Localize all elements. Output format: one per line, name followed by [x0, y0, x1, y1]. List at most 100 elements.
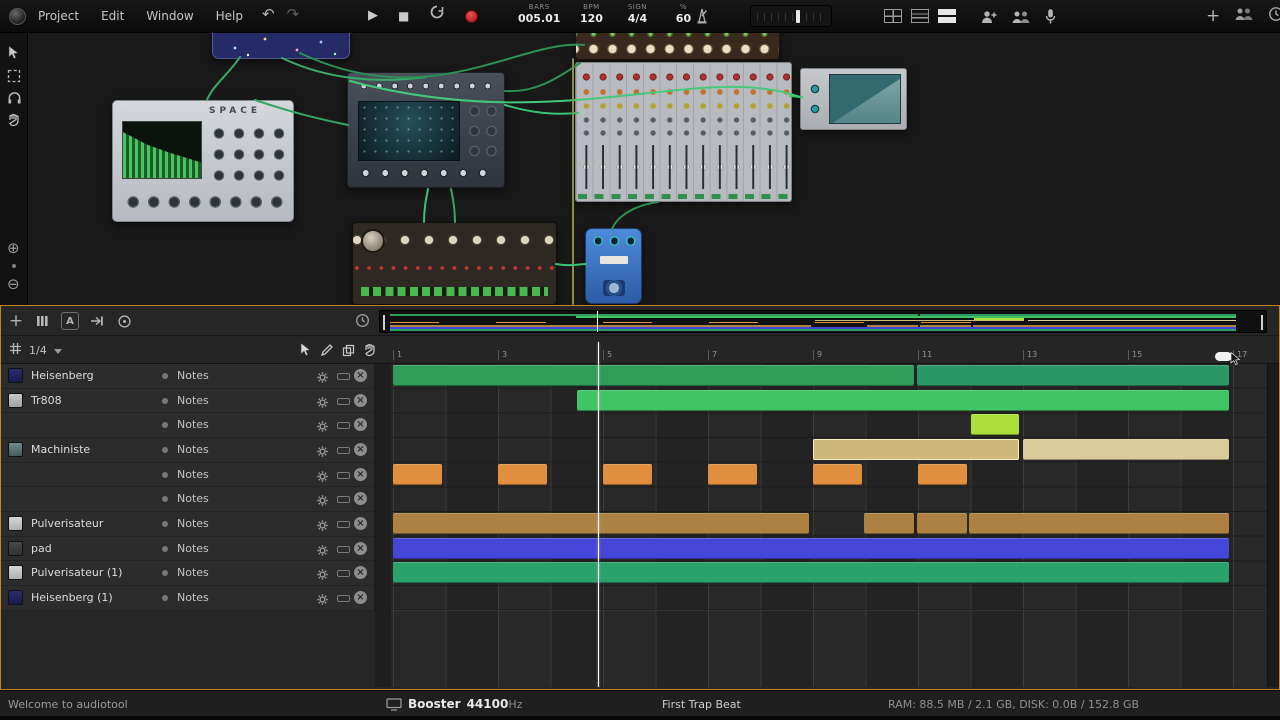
remove-track-icon[interactable] [354, 566, 367, 580]
invite-user-icon[interactable] [980, 9, 998, 29]
remove-track-icon[interactable] [354, 393, 367, 407]
clip-track-3[interactable] [1023, 439, 1230, 460]
track-row-pad[interactable]: pad Notes [1, 536, 374, 562]
play-button[interactable]: ▶ [368, 4, 378, 28]
remove-track-icon[interactable] [354, 517, 367, 531]
desktop-canvas[interactable]: SPACE [0, 33, 1280, 305]
track-row-tr808[interactable]: Tr808 Notes [1, 388, 374, 414]
transport-display-bars[interactable]: BARS 005.01 [518, 3, 560, 25]
device-pulverisateur[interactable] [575, 33, 780, 60]
vertical-scrollbar[interactable] [1267, 364, 1279, 687]
midi-indicator[interactable] [337, 595, 350, 603]
device-scope[interactable] [800, 68, 907, 130]
clip-track-6[interactable] [864, 513, 915, 535]
automation-button[interactable]: A [61, 312, 79, 330]
record-button[interactable] [465, 9, 479, 23]
clip-track-7[interactable] [393, 537, 1230, 559]
transport-display-sign[interactable]: SIGN 4/4 [622, 3, 652, 25]
select-tool-icon[interactable] [299, 342, 312, 361]
gear-icon[interactable] [316, 542, 329, 561]
undo-icon[interactable]: ↶ [262, 5, 275, 23]
track-row-machiniste[interactable]: Machiniste Notes [1, 438, 374, 463]
clip-track-4[interactable] [918, 463, 967, 485]
menu-help[interactable]: Help [216, 9, 243, 23]
remove-track-icon[interactable] [354, 418, 367, 432]
users-icon[interactable] [1234, 6, 1254, 26]
time-display-icon[interactable] [355, 313, 370, 332]
headphones-icon[interactable] [7, 90, 22, 109]
clip-track-0[interactable] [393, 365, 915, 386]
gear-icon[interactable] [316, 443, 329, 462]
clip-track-4[interactable] [498, 463, 547, 485]
pencil-tool-icon[interactable] [320, 342, 334, 361]
grid-division-value[interactable]: 1/4 [29, 344, 47, 357]
arrangement-grid[interactable] [391, 364, 1267, 687]
midi-indicator[interactable] [337, 373, 350, 380]
knob-row[interactable] [356, 164, 496, 182]
remove-track-icon[interactable] [354, 591, 367, 605]
clip-track-6[interactable] [393, 513, 810, 535]
clip-track-3[interactable] [813, 439, 1020, 460]
jump-to-end-icon[interactable] [88, 312, 106, 330]
knob-row[interactable] [590, 233, 637, 249]
track-row-empty-4[interactable]: Notes [1, 462, 374, 488]
device-starfield[interactable] [212, 33, 350, 59]
device-space-reverb[interactable]: SPACE [112, 100, 294, 222]
pan-tool-icon[interactable] [363, 342, 377, 361]
track-row-pulverisateur[interactable]: Pulverisateur Notes [1, 512, 374, 537]
remove-track-icon[interactable] [354, 467, 367, 481]
knob-row[interactable] [356, 78, 496, 94]
menu-project[interactable]: Project [38, 9, 79, 23]
cycle-icon[interactable] [115, 312, 133, 330]
zoom-reset-dot[interactable] [12, 264, 16, 268]
midi-indicator[interactable] [337, 422, 350, 430]
menu-edit[interactable]: Edit [101, 9, 124, 23]
pointer-tool-icon[interactable] [7, 45, 20, 64]
redo-icon[interactable]: ↷ [287, 5, 300, 23]
microphone-icon[interactable] [1044, 8, 1057, 29]
zoom-in-icon[interactable]: ⊕ [7, 241, 20, 256]
add-track-button[interactable] [7, 312, 25, 330]
gear-icon[interactable] [316, 517, 329, 536]
remove-track-icon[interactable] [354, 443, 367, 456]
clip-track-0[interactable] [916, 365, 1230, 386]
stop-button[interactable]: ■ [398, 4, 409, 28]
device-drum-machine[interactable] [352, 222, 557, 305]
chevron-down-icon[interactable] [53, 348, 62, 354]
gear-icon[interactable] [316, 418, 329, 437]
midi-indicator[interactable] [337, 496, 350, 504]
add-icon[interactable] [1206, 5, 1220, 27]
playhead[interactable] [597, 342, 599, 687]
bar-ruler[interactable]: 1 3 5 7 9 11 13 15 17 [391, 348, 1267, 364]
remove-track-icon[interactable] [354, 369, 367, 382]
collaborators-icon[interactable] [1011, 9, 1031, 29]
zoom-out-icon[interactable]: ⊖ [7, 277, 20, 292]
gear-icon[interactable] [316, 369, 329, 388]
menu-window[interactable]: Window [146, 9, 193, 23]
track-row-empty-5[interactable]: Notes [1, 487, 374, 512]
clip-track-6[interactable] [969, 513, 1230, 535]
audiotool-logo-icon[interactable] [9, 8, 26, 25]
clip-track-1[interactable] [576, 389, 1230, 411]
clip-track-2[interactable] [970, 414, 1020, 436]
desktop-view-icon[interactable] [911, 9, 929, 23]
piano-roll-icon[interactable] [34, 312, 52, 330]
clip-track-6[interactable] [916, 513, 967, 535]
transport-display-bpm[interactable]: BPM 120 [576, 3, 606, 25]
midi-indicator[interactable] [337, 545, 350, 553]
knob-grid[interactable] [209, 123, 289, 185]
gear-icon[interactable] [316, 394, 329, 413]
device-dark-synth[interactable] [347, 72, 505, 188]
gear-icon[interactable] [316, 566, 329, 585]
clip-track-4[interactable] [393, 463, 442, 485]
clock-icon[interactable] [1268, 6, 1280, 26]
remove-track-icon[interactable] [354, 541, 367, 555]
metronome-icon[interactable] [694, 7, 710, 29]
knob-column[interactable] [466, 101, 500, 161]
gear-icon[interactable] [316, 591, 329, 610]
loop-button[interactable] [429, 4, 445, 29]
gear-icon[interactable] [316, 468, 329, 487]
device-pedal[interactable] [585, 228, 642, 304]
track-row-pulverisateur-1[interactable]: Pulverisateur (1) Notes [1, 561, 374, 587]
volume-knob[interactable] [796, 10, 800, 23]
